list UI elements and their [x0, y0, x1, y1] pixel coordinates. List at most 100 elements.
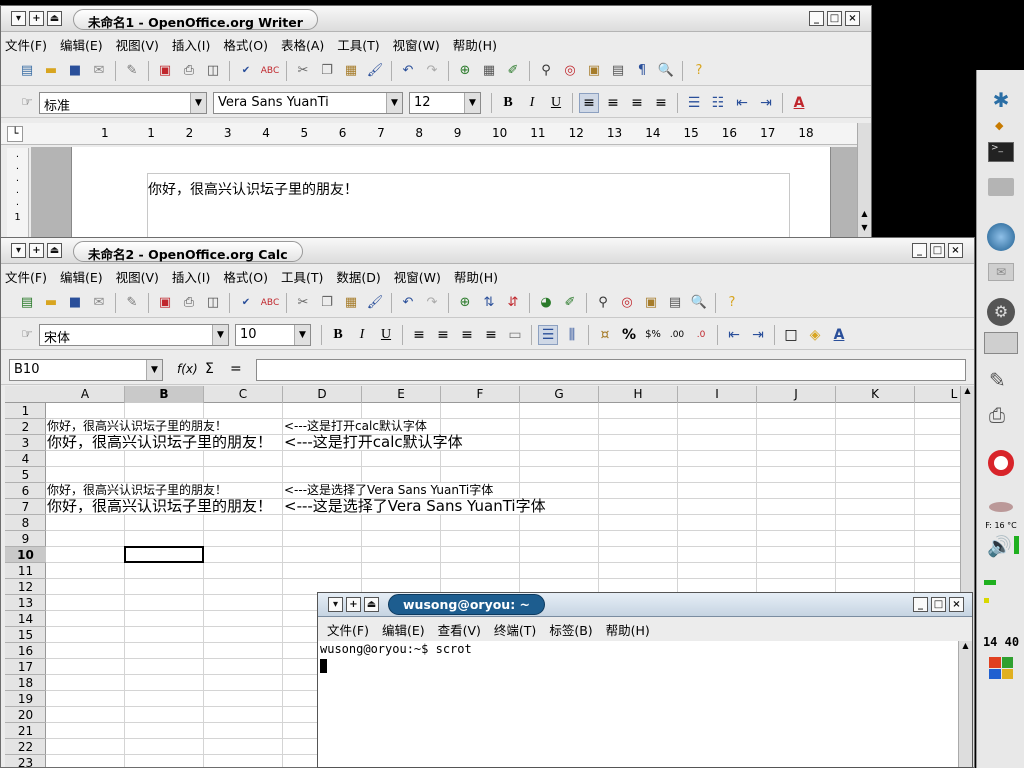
menu-file[interactable]: 文件(F)	[5, 267, 47, 286]
text-direction-ltr-icon[interactable]: ☰	[538, 324, 558, 345]
scroll-up-icon[interactable]: ▲	[959, 641, 972, 650]
menu-edit[interactable]: 编辑(E)	[382, 620, 425, 639]
cell-d2[interactable]: <---这是打开calc默认字体	[284, 419, 427, 434]
minimize-button[interactable]: _	[912, 243, 927, 258]
row-header-20[interactable]: 20	[5, 707, 46, 723]
row-header-17[interactable]: 17	[5, 659, 46, 675]
menu-window[interactable]: 视窗(W)	[394, 267, 441, 286]
styles-icon[interactable]: ☞	[19, 95, 35, 111]
row-header-13[interactable]: 13	[5, 595, 46, 611]
table-icon[interactable]: ▦	[481, 63, 497, 79]
align-right-button[interactable]: ≡	[457, 325, 477, 345]
zoom-icon[interactable]: 🔍	[658, 63, 674, 79]
gallery-icon[interactable]: ▣	[586, 63, 602, 79]
undo-icon[interactable]: ↶	[400, 63, 416, 79]
cell-d6[interactable]: <---这是选择了Vera Sans YuanTi字体	[284, 483, 494, 498]
edit-file-icon[interactable]: ✎	[124, 63, 140, 79]
menu-table[interactable]: 表格(A)	[281, 35, 324, 54]
font-color-icon[interactable]: A	[829, 325, 849, 345]
row-header-19[interactable]: 19	[5, 691, 46, 707]
row-header-15[interactable]: 15	[5, 627, 46, 643]
numbering-icon[interactable]: ☰	[684, 93, 704, 113]
formula-input[interactable]	[256, 359, 966, 381]
edit-file-icon[interactable]: ✎	[124, 295, 140, 311]
maximize-button[interactable]: □	[827, 11, 842, 26]
close-button[interactable]: ×	[948, 243, 963, 258]
background-color-icon[interactable]: ◈	[805, 325, 825, 345]
shade-button[interactable]: ⏏	[47, 243, 62, 258]
draw-functions-icon[interactable]: ✐	[505, 63, 521, 79]
gallery-icon[interactable]: ▣	[643, 295, 659, 311]
close-button[interactable]: ×	[845, 11, 860, 26]
column-header-c[interactable]: C	[204, 386, 283, 403]
scroll-up-icon[interactable]: ▲	[961, 386, 974, 400]
cut-icon[interactable]: ✂	[295, 295, 311, 311]
font-name-select[interactable]: 宋体 ▼	[39, 323, 229, 346]
align-right-button[interactable]: ≡	[627, 93, 647, 113]
document-page[interactable]: 你好，很高兴认识坛子里的朋友！	[71, 147, 831, 244]
bold-button[interactable]: B	[498, 93, 518, 113]
row-header-5[interactable]: 5	[5, 467, 46, 483]
paragraph-style-select[interactable]: 标准 ▼	[39, 91, 207, 114]
menu-terminal[interactable]: 终端(T)	[494, 620, 536, 639]
menu-insert[interactable]: 插入(I)	[172, 267, 210, 286]
navigator-icon[interactable]: ◎	[619, 295, 635, 311]
spellcheck-icon[interactable]: ✔	[238, 295, 254, 311]
menu-format[interactable]: 格式(O)	[223, 35, 268, 54]
email-icon[interactable]: ✉	[91, 63, 107, 79]
chart-icon[interactable]: ◕	[538, 295, 554, 311]
column-header-l[interactable]: L	[915, 386, 961, 403]
cell-a6[interactable]: 你好，很高兴认识坛子里的朋友！	[47, 483, 228, 498]
help-icon[interactable]: ?	[691, 63, 707, 79]
navigator-icon[interactable]: ◎	[562, 63, 578, 79]
menu-file[interactable]: 文件(F)	[327, 620, 369, 639]
sum-icon[interactable]: Σ	[205, 361, 214, 377]
row-header-6[interactable]: 6	[5, 483, 46, 499]
function-icon[interactable]: =	[230, 361, 242, 377]
delete-decimal-icon[interactable]: .0	[691, 325, 711, 345]
shade-button[interactable]: ⏏	[364, 597, 379, 612]
align-center-button[interactable]: ≡	[603, 93, 623, 113]
spellcheck-icon[interactable]: ✔	[238, 63, 254, 79]
font-name-select[interactable]: Vera Sans YuanTi ▼	[213, 91, 403, 114]
row-header-16[interactable]: 16	[5, 643, 46, 659]
start-menu-icon[interactable]	[989, 657, 1013, 679]
font-size-select[interactable]: 10 ▼	[235, 323, 311, 346]
decrease-indent-icon[interactable]: ⇤	[732, 93, 752, 113]
row-header-3[interactable]: 3	[5, 435, 46, 451]
printer-icon[interactable]: ⎙	[989, 403, 1005, 427]
redo-icon[interactable]: ↷	[424, 63, 440, 79]
email-icon[interactable]: ✉	[91, 295, 107, 311]
column-header-k[interactable]: K	[836, 386, 915, 403]
column-header-h[interactable]: H	[599, 386, 678, 403]
column-header-e[interactable]: E	[362, 386, 441, 403]
nonprinting-chars-icon[interactable]: ¶	[634, 63, 650, 79]
menu-insert[interactable]: 插入(I)	[172, 35, 210, 54]
edit-icon[interactable]: ✎	[989, 368, 1006, 392]
stick-button[interactable]: +	[29, 11, 44, 26]
italic-button[interactable]: I	[522, 93, 542, 113]
underline-button[interactable]: U	[376, 325, 396, 345]
window-menu-button[interactable]: ▾	[11, 243, 26, 258]
save-icon[interactable]: ■	[67, 63, 83, 79]
menu-view[interactable]: 视图(V)	[116, 35, 159, 54]
hyperlink-icon[interactable]: ⊕	[457, 63, 473, 79]
merge-cells-icon[interactable]: ▭	[505, 325, 525, 345]
column-header-b[interactable]: B	[125, 386, 204, 403]
format-paintbrush-icon[interactable]: 🖌	[367, 63, 384, 79]
minimize-button[interactable]: _	[913, 597, 928, 612]
paste-icon[interactable]: ▦	[343, 63, 359, 79]
menu-tools[interactable]: 工具(T)	[281, 267, 323, 286]
web-browser-icon[interactable]	[987, 223, 1015, 251]
row-header-18[interactable]: 18	[5, 675, 46, 691]
open-folder-icon[interactable]: ▬	[43, 63, 59, 79]
mail-icon[interactable]: ✉	[988, 263, 1014, 281]
maximize-button[interactable]: □	[930, 243, 945, 258]
font-color-icon[interactable]: A	[789, 93, 809, 113]
row-header-4[interactable]: 4	[5, 451, 46, 467]
tab-stop-selector[interactable]: └	[7, 126, 23, 142]
chevron-down-icon[interactable]: ▼	[212, 324, 228, 345]
sort-descending-icon[interactable]: ⇵	[505, 295, 521, 311]
save-icon[interactable]: ■	[67, 295, 83, 311]
row-header-12[interactable]: 12	[5, 579, 46, 595]
